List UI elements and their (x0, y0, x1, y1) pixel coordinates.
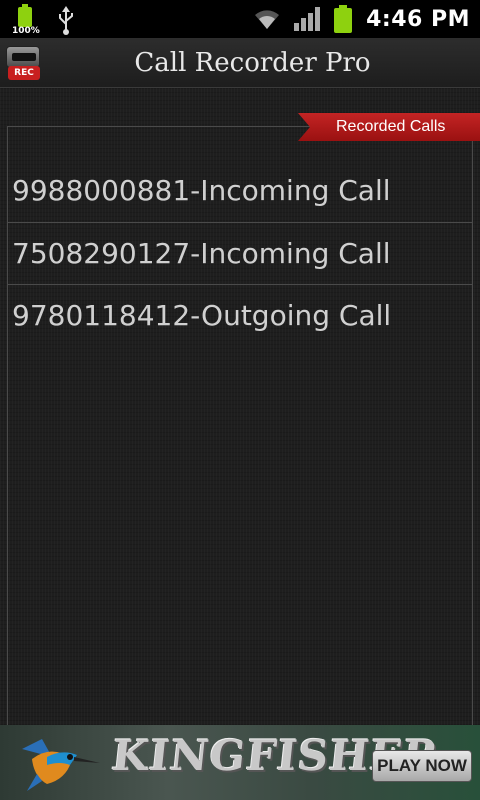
page-title: Call Recorder Pro (134, 48, 371, 78)
recording-item[interactable]: 7508290127-Incoming Call (8, 222, 473, 284)
recording-item[interactable]: 9780118412-Outgoing Call (8, 284, 473, 346)
status-left: 100% (12, 4, 76, 36)
battery-full-icon: 100% (12, 4, 42, 36)
wifi-icon (255, 10, 280, 29)
kingfisher-bird-icon (22, 739, 100, 791)
battery-icon (334, 5, 353, 33)
tab-recorded-calls[interactable]: Recorded Calls (298, 113, 480, 141)
status-right: 4:46 PM (252, 0, 470, 38)
ad-banner[interactable]: KINGFISHER PLAY NOW (0, 725, 480, 800)
battery-percent: 100% (12, 26, 40, 36)
usb-icon (59, 6, 73, 35)
play-now-button[interactable]: PLAY NOW (372, 750, 472, 782)
status-clock: 4:46 PM (366, 6, 470, 32)
status-bar: 100% 4:46 PM (0, 0, 480, 38)
main-content: Recorded Calls 9988000881-Incoming Call … (0, 88, 480, 726)
recording-item[interactable]: 9988000881-Incoming Call (8, 160, 473, 222)
app-title-bar: REC Call Recorder Pro (0, 38, 480, 88)
signal-icon (294, 7, 321, 31)
